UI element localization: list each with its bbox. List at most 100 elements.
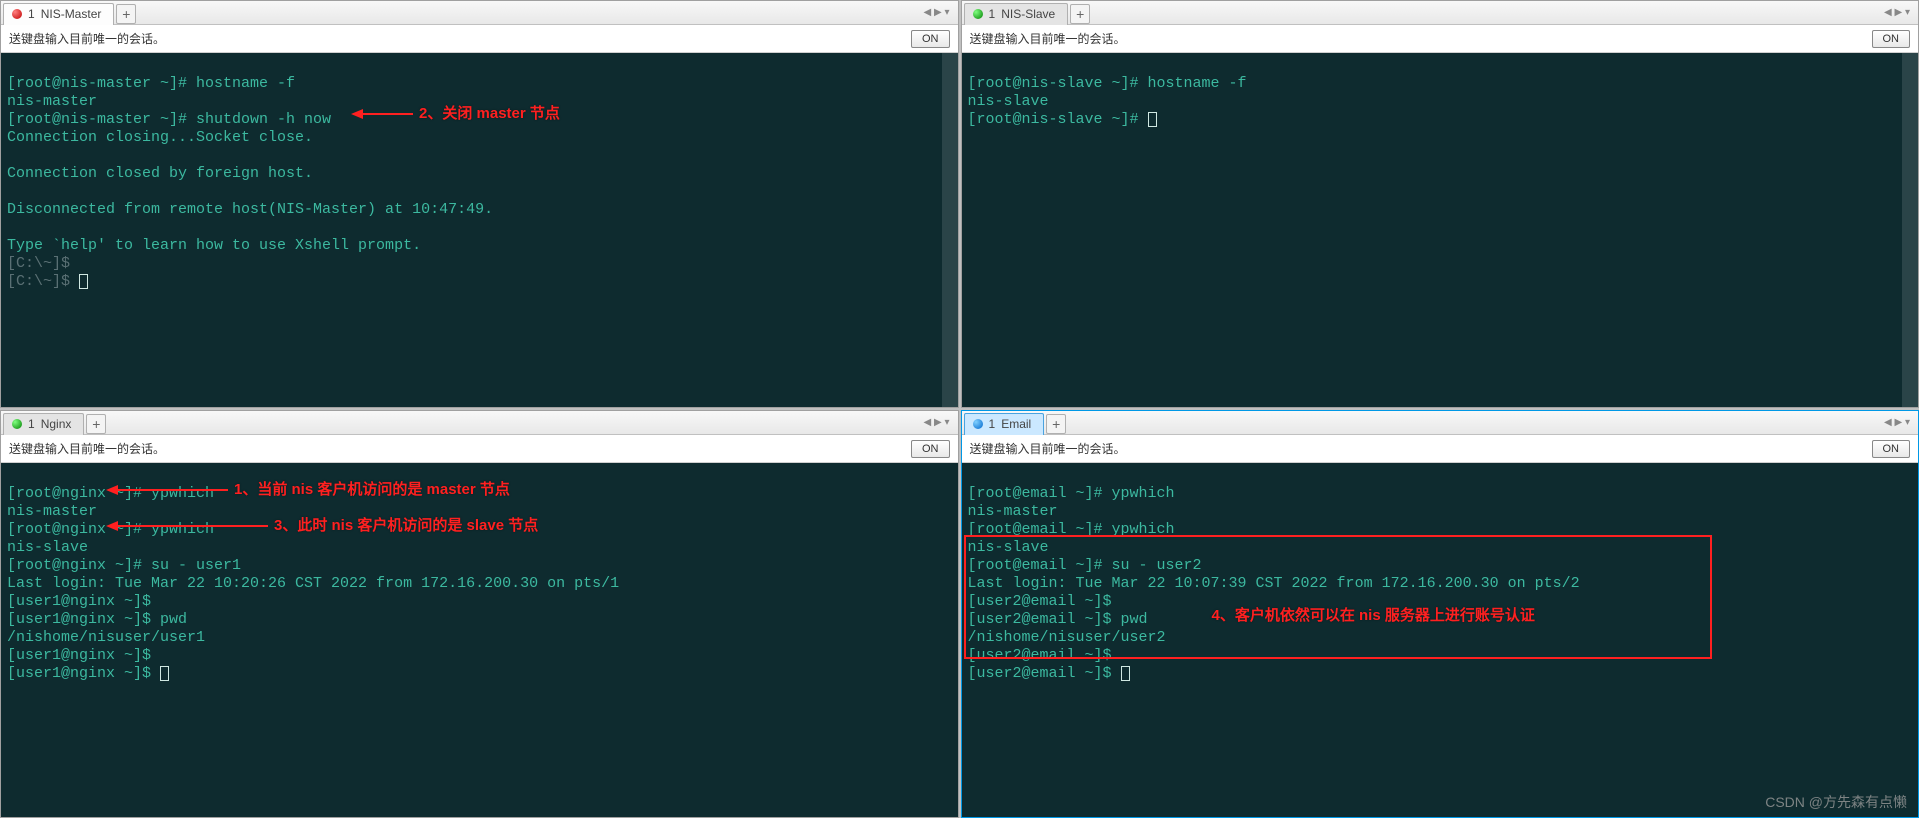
status-dot-icon [12, 9, 22, 19]
term-line: [root@nginx ~]# su - user1 [7, 557, 241, 574]
term-line: Connection closed by foreign host. [7, 165, 313, 182]
cursor-icon [1121, 666, 1130, 681]
term-line: [user1@nginx ~]$ [7, 593, 151, 610]
on-button[interactable]: ON [1872, 30, 1911, 48]
term-line: [root@nis-master ~]# shutdown -h now [7, 111, 331, 128]
arrow-icon [106, 521, 118, 531]
arrow-icon [351, 109, 363, 119]
term-line: [root@nis-slave ~]# [968, 111, 1148, 128]
annotation-1: 1、当前 nis 客户机访问的是 master 节点 [106, 481, 510, 499]
tab-email[interactable]: 1 Email [964, 413, 1045, 435]
tab-nis-master[interactable]: 1 NIS-Master [3, 3, 114, 25]
scrollbar-vertical[interactable] [1902, 53, 1918, 407]
tab-bar: 1 Nginx + ◀ ▶ ▾ [1, 411, 958, 435]
tab-nis-slave[interactable]: 1 NIS-Slave [964, 3, 1069, 25]
term-line: [root@nis-slave ~]# hostname -f [968, 75, 1247, 92]
info-bar: 送键盘输入目前唯一的会话。 ON [1, 25, 958, 53]
info-text: 送键盘输入目前唯一的会话。 [9, 440, 165, 457]
annotation-text: 1、当前 nis 客户机访问的是 master 节点 [234, 481, 510, 499]
term-line: [user2@email ~]$ pwd [968, 611, 1148, 628]
tab-label: Nginx [41, 417, 72, 431]
term-line: nis-slave [7, 539, 88, 556]
add-tab-button[interactable]: + [116, 4, 136, 24]
term-line: [user2@email ~]$ [968, 647, 1112, 664]
term-line: Last login: Tue Mar 22 10:20:26 CST 2022… [7, 575, 619, 592]
tab-nginx[interactable]: 1 Nginx [3, 413, 84, 435]
tab-number: 1 [28, 417, 35, 431]
term-line: [root@email ~]# su - user2 [968, 557, 1202, 574]
on-button[interactable]: ON [911, 440, 950, 458]
arrow-line-icon [118, 525, 268, 527]
annotation-text: 3、此时 nis 客户机访问的是 slave 节点 [274, 517, 538, 535]
annotation-3: 3、此时 nis 客户机访问的是 slave 节点 [106, 517, 538, 535]
term-line: [user1@nginx ~]$ pwd [7, 611, 187, 628]
status-dot-icon [973, 9, 983, 19]
term-line: /nishome/nisuser/user2 [968, 629, 1166, 646]
terminal-master[interactable]: [root@nis-master ~]# hostname -f nis-mas… [1, 53, 958, 407]
term-line: /nishome/nisuser/user1 [7, 629, 205, 646]
pane-nis-slave: 1 NIS-Slave + ◀ ▶ ▾ 送键盘输入目前唯一的会话。 ON [ro… [961, 0, 1919, 408]
term-line: [user2@email ~]$ [968, 665, 1121, 682]
term-line: [C:\~]$ [7, 255, 70, 272]
tab-bar: 1 Email + ◀ ▶ ▾ [962, 411, 1919, 435]
cursor-icon [79, 274, 88, 289]
info-bar: 送键盘输入目前唯一的会话。 ON [962, 435, 1919, 463]
term-line: [C:\~]$ [7, 273, 79, 290]
annotation-text: 4、客户机依然可以在 nis 服务器上进行账号认证 [1212, 607, 1535, 625]
scrollbar-vertical[interactable] [942, 53, 958, 407]
term-line: [root@nis-master ~]# hostname -f [7, 75, 295, 92]
add-tab-button[interactable]: + [86, 414, 106, 434]
term-line: nis-slave [968, 93, 1049, 110]
tab-nav-arrows[interactable]: ◀ ▶ ▾ [924, 7, 958, 18]
on-button[interactable]: ON [1872, 440, 1911, 458]
tab-nav-arrows[interactable]: ◀ ▶ ▾ [924, 417, 958, 428]
tab-number: 1 [989, 7, 996, 21]
arrow-line-icon [363, 113, 413, 115]
term-line: Connection closing...Socket close. [7, 129, 313, 146]
info-text: 送键盘输入目前唯一的会话。 [970, 440, 1126, 457]
arrow-icon [106, 485, 118, 495]
term-line: [root@email ~]# ypwhich [968, 521, 1175, 538]
info-text: 送键盘输入目前唯一的会话。 [970, 30, 1126, 47]
info-bar: 送键盘输入目前唯一的会话。 ON [1, 435, 958, 463]
annotation-text: 2、关闭 master 节点 [419, 105, 560, 123]
term-line: [user1@nginx ~]$ [7, 647, 151, 664]
term-line: [root@email ~]# ypwhich [968, 485, 1175, 502]
term-line: nis-master [7, 93, 97, 110]
status-dot-icon [12, 419, 22, 429]
terminal-slave[interactable]: [root@nis-slave ~]# hostname -f nis-slav… [962, 53, 1919, 407]
tab-nav-arrows[interactable]: ◀ ▶ ▾ [1884, 417, 1918, 428]
arrow-line-icon [118, 489, 228, 491]
term-line: nis-slave [968, 539, 1049, 556]
tab-nav-arrows[interactable]: ◀ ▶ ▾ [1884, 7, 1918, 18]
tab-label: Email [1001, 417, 1031, 431]
annotation-2: 2、关闭 master 节点 [351, 105, 560, 123]
cursor-icon [160, 666, 169, 681]
on-button[interactable]: ON [911, 30, 950, 48]
terminal-nginx[interactable]: [root@nginx ~]# ypwhich nis-master [root… [1, 463, 958, 817]
info-bar: 送键盘输入目前唯一的会话。 ON [962, 25, 1919, 53]
term-line: [user2@email ~]$ [968, 593, 1112, 610]
tab-number: 1 [28, 7, 35, 21]
add-tab-button[interactable]: + [1070, 4, 1090, 24]
status-dot-icon [973, 419, 983, 429]
tab-bar: 1 NIS-Slave + ◀ ▶ ▾ [962, 1, 1919, 25]
terminal-email[interactable]: [root@email ~]# ypwhich nis-master [root… [962, 463, 1919, 817]
watermark: CSDN @方先森有点懒 [1765, 792, 1907, 812]
tab-label: NIS-Slave [1001, 7, 1055, 21]
add-tab-button[interactable]: + [1046, 414, 1066, 434]
cursor-icon [1148, 112, 1157, 127]
pane-email: 1 Email + ◀ ▶ ▾ 送键盘输入目前唯一的会话。 ON [root@e… [961, 410, 1919, 818]
tab-label: NIS-Master [41, 7, 102, 21]
term-line: nis-master [7, 503, 97, 520]
term-line: Last login: Tue Mar 22 10:07:39 CST 2022… [968, 575, 1580, 592]
term-line: Type `help' to learn how to use Xshell p… [7, 237, 421, 254]
term-line: Disconnected from remote host(NIS-Master… [7, 201, 493, 218]
tab-number: 1 [989, 417, 996, 431]
term-line: [user1@nginx ~]$ [7, 665, 160, 682]
pane-nginx: 1 Nginx + ◀ ▶ ▾ 送键盘输入目前唯一的会话。 ON [root@n… [0, 410, 959, 818]
tab-bar: 1 NIS-Master + ◀ ▶ ▾ [1, 1, 958, 25]
info-text: 送键盘输入目前唯一的会话。 [9, 30, 165, 47]
term-line: nis-master [968, 503, 1058, 520]
annotation-4: 4、客户机依然可以在 nis 服务器上进行账号认证 [1212, 607, 1535, 625]
